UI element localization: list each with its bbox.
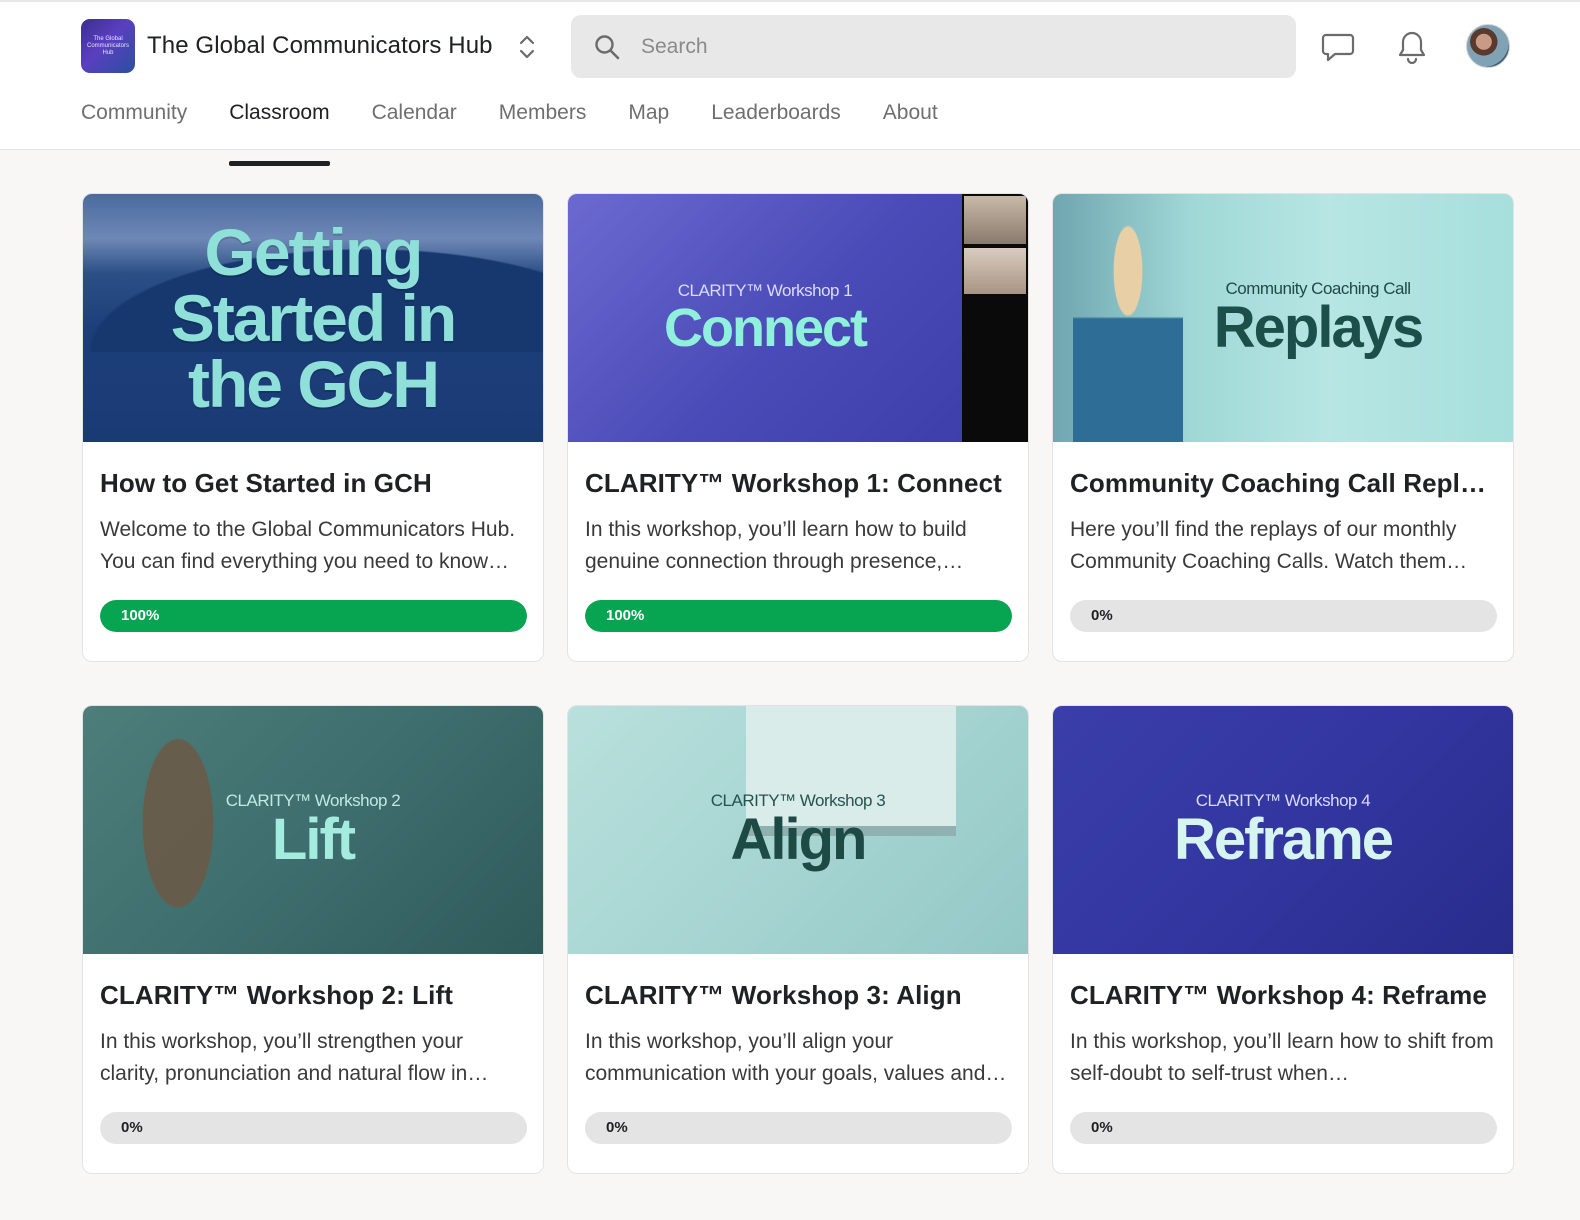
course-title[interactable]: Community Coaching Call Replay… [1070, 468, 1496, 499]
logo-text: The Global Communicators Hub [86, 35, 129, 56]
course-title[interactable]: How to Get Started in GCH [100, 468, 526, 499]
progress-fill [100, 600, 527, 632]
course-thumbnail[interactable]: Community Coaching Call Replays [1053, 194, 1513, 442]
video-participant [964, 248, 1026, 294]
thumbnail-title: Align [730, 807, 868, 872]
progress-bar: 0% [1070, 1112, 1497, 1144]
course-description: Welcome to the Global Communicators Hub.… [100, 518, 516, 573]
thumbnail-title: Replays [1213, 295, 1424, 360]
progress-bar: 0% [1070, 600, 1497, 632]
tab-calendar[interactable]: Calendar [372, 90, 457, 152]
search-icon [595, 34, 620, 59]
course-description: In this workshop, you’ll learn how to sh… [1070, 1030, 1494, 1085]
course-description: In this workshop, you’ll learn how to bu… [585, 518, 967, 573]
nav-tabs: Community Classroom Calendar Members Map… [81, 90, 980, 166]
progress-bar: 100% [100, 600, 527, 632]
coach-photo [1073, 214, 1183, 442]
course-thumbnail[interactable]: CLARITY™ Workshop 3 Align [568, 706, 1028, 954]
community-logo[interactable]: The Global Communicators Hub [81, 19, 135, 73]
progress-bar: 0% [100, 1112, 527, 1144]
progress-bar: 0% [585, 1112, 1012, 1144]
course-title[interactable]: CLARITY™ Workshop 3: Align [585, 980, 1011, 1011]
course-thumbnail[interactable]: Getting Started in the GCH [83, 194, 543, 442]
course-thumbnail[interactable]: CLARITY™ Workshop 2 Lift [83, 706, 543, 954]
avatar[interactable] [1466, 24, 1510, 68]
progress-bar: 100% [585, 600, 1012, 632]
course-description: Here you’ll find the replays of our mont… [1070, 518, 1468, 573]
progress-label: 0% [606, 1119, 628, 1136]
thumbnail-title: Connect [664, 298, 868, 358]
progress-label: 100% [121, 607, 160, 624]
course-thumbnail[interactable]: CLARITY™ Workshop 4 Reframe [1053, 706, 1513, 954]
speaker-photo [123, 736, 233, 954]
tab-members[interactable]: Members [499, 90, 587, 152]
community-switcher-chevron-icon[interactable] [514, 30, 540, 64]
course-card[interactable]: CLARITY™ Workshop 4 Reframe CLARITY™ Wor… [1052, 705, 1514, 1174]
tab-about[interactable]: About [883, 90, 938, 152]
course-title[interactable]: CLARITY™ Workshop 4: Reframe [1070, 980, 1496, 1011]
thumbnail-title: Lift [271, 807, 356, 872]
tab-classroom[interactable]: Classroom [229, 90, 330, 166]
tab-leaderboards[interactable]: Leaderboards [711, 90, 841, 152]
course-description: In this workshop, you’ll align your comm… [585, 1030, 1007, 1085]
thumbnail-title: Reframe [1173, 807, 1394, 872]
progress-label: 0% [1091, 607, 1113, 624]
tab-map[interactable]: Map [628, 90, 669, 152]
bell-icon[interactable] [1393, 28, 1431, 66]
chat-icon[interactable] [1319, 28, 1357, 66]
community-brand[interactable]: The Global Communicators Hub The Global … [81, 19, 493, 73]
progress-label: 100% [606, 607, 645, 624]
thumbnail-title: Getting Started in the GCH [170, 215, 457, 421]
course-title[interactable]: CLARITY™ Workshop 2: Lift [100, 980, 526, 1011]
course-thumbnail[interactable]: CLARITY™ Workshop 1 Connect [568, 194, 1028, 442]
video-participant [964, 196, 1026, 244]
course-card[interactable]: CLARITY™ Workshop 2 Lift CLARITY™ Worksh… [82, 705, 544, 1174]
course-card[interactable]: Getting Started in the GCH How to Get St… [82, 193, 544, 662]
progress-label: 0% [1091, 1119, 1113, 1136]
course-card[interactable]: CLARITY™ Workshop 3 Align CLARITY™ Works… [567, 705, 1029, 1174]
search-bar[interactable] [571, 15, 1296, 78]
course-card[interactable]: CLARITY™ Workshop 1 Connect CLARITY™ Wor… [567, 193, 1029, 662]
community-name[interactable]: The Global Communicators Hub [147, 32, 493, 60]
course-title[interactable]: CLARITY™ Workshop 1: Connect [585, 468, 1011, 499]
progress-label: 0% [121, 1119, 143, 1136]
search-input[interactable] [641, 34, 1241, 59]
course-grid: Getting Started in the GCH How to Get St… [82, 193, 1514, 1174]
course-card[interactable]: Community Coaching Call Replays Communit… [1052, 193, 1514, 662]
top-header: The Global Communicators Hub The Global … [0, 0, 1580, 166]
progress-fill [585, 600, 1012, 632]
course-description: In this workshop, you’ll strengthen your… [100, 1030, 489, 1085]
tab-community[interactable]: Community [81, 90, 187, 152]
